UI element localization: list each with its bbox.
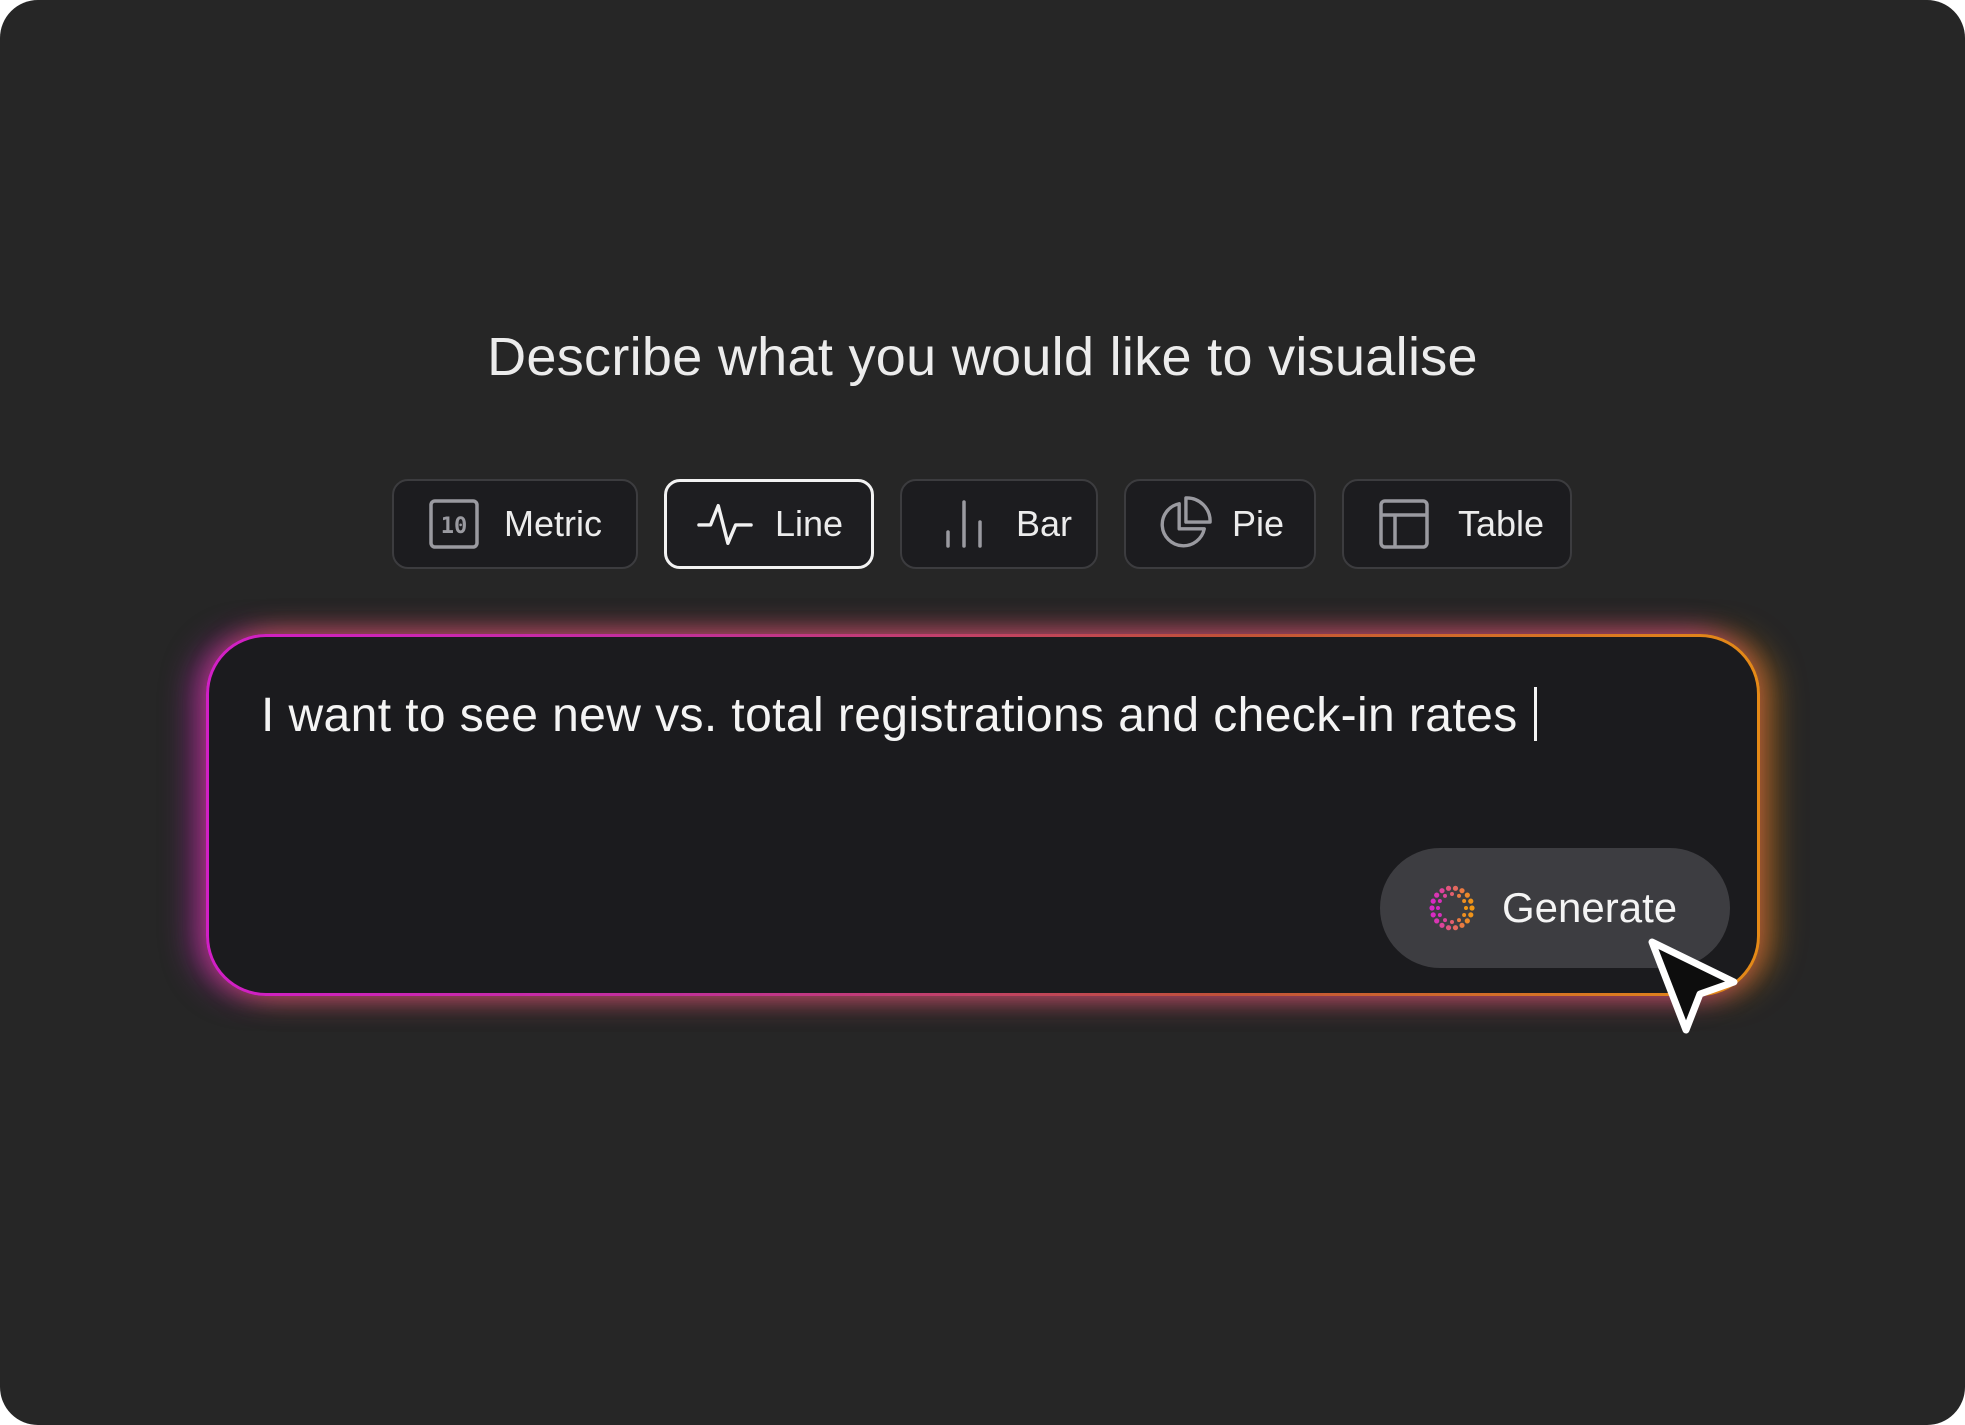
- prompt-input-box[interactable]: I want to see new vs. total registration…: [209, 637, 1757, 993]
- chart-type-label: Line: [775, 503, 844, 544]
- visualise-card: Describe what you would like to visualis…: [0, 0, 1965, 1425]
- chart-type-bar-button[interactable]: Bar: [900, 479, 1098, 569]
- generate-button-label: Generate: [1502, 884, 1678, 931]
- chart-type-label: Bar: [1016, 503, 1073, 544]
- line-chart-icon: [697, 496, 753, 552]
- bar-chart-icon: [936, 496, 992, 552]
- chart-type-label: Table: [1458, 503, 1545, 544]
- sparkle-ring-icon: [1424, 880, 1480, 936]
- page-heading: Describe what you would like to visualis…: [487, 327, 1478, 387]
- chart-type-pie-button[interactable]: Pie: [1124, 479, 1316, 569]
- chart-type-line-button[interactable]: Line: [664, 479, 874, 569]
- text-caret: [1533, 687, 1537, 741]
- chart-type-metric-button[interactable]: 10 Metric: [392, 479, 638, 569]
- prompt-input-value: I want to see new vs. total registration…: [261, 689, 1518, 742]
- chart-type-selector: 10 Metric Line Bar Pie Table: [0, 479, 1965, 569]
- metric-icon-text: 10: [441, 514, 468, 539]
- pie-chart-icon: [1156, 496, 1212, 552]
- chart-type-label: Pie: [1232, 503, 1285, 544]
- table-icon: [1376, 496, 1432, 552]
- chart-type-table-button[interactable]: Table: [1342, 479, 1572, 569]
- chart-type-label: Metric: [504, 503, 602, 544]
- mouse-pointer-icon: [1642, 936, 1742, 1046]
- metric-10-icon: 10: [426, 496, 482, 552]
- prompt-glow-frame: I want to see new vs. total registration…: [206, 634, 1760, 996]
- prompt-input[interactable]: I want to see new vs. total registration…: [261, 687, 1537, 743]
